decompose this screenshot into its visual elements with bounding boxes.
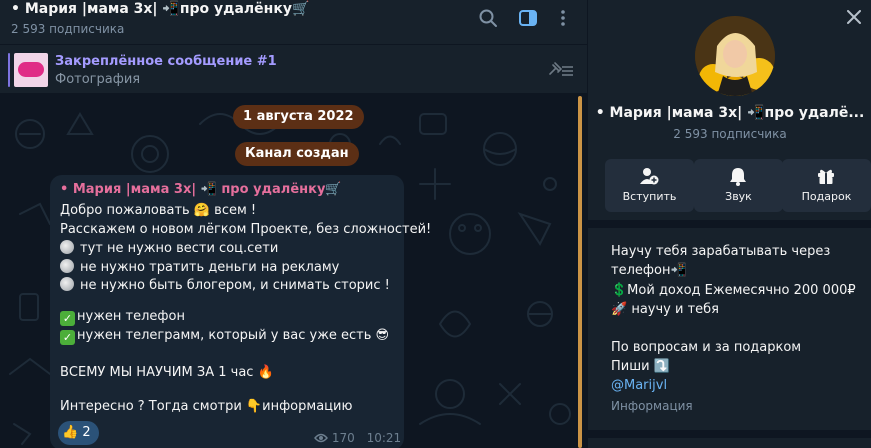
message-time: 10:21 — [366, 431, 402, 445]
info-section-label: Информация — [611, 399, 693, 413]
message-line: ВСЕМУ МЫ НАУЧИМ ЗА 1 час 🔥 — [60, 365, 274, 380]
channel-avatar[interactable] — [695, 16, 775, 96]
about-line: По вопросам и за подарком — [611, 340, 802, 355]
white-circle-icon — [60, 240, 74, 254]
message-author[interactable]: • Мария |мама 3х| 📲 про удалёнку🛒 — [60, 182, 342, 197]
sidebar-toggle-icon[interactable] — [518, 8, 538, 28]
message-check-item: ✓ нужен телеграмм, который у вас уже есть… — [60, 328, 389, 345]
pinned-thumbnail — [14, 53, 48, 87]
reaction-badge[interactable]: 👍 2 — [58, 421, 99, 445]
thumbs-up-icon: 👍 — [62, 425, 79, 440]
pinned-subtitle: Фотография — [55, 72, 141, 87]
chat-title[interactable]: • Мария |мама 3х| 📲про удалёнку🛒 — [11, 1, 309, 17]
channel-created-notice: Канал создан — [235, 142, 359, 166]
join-button[interactable]: Вступить — [605, 159, 694, 212]
search-icon[interactable] — [478, 8, 498, 28]
message-list-item: тут не нужно вести соц.сети — [60, 240, 278, 256]
views-eye-icon — [314, 433, 328, 443]
channel-subscriber-count: 2 593 подписчика — [673, 127, 787, 141]
add-user-icon — [640, 168, 659, 185]
chat-panel: • Мария |мама 3х| 📲про удалёнку🛒 2 593 п… — [0, 0, 587, 448]
message-list-item: не нужно быть блогером, и снимать сторис… — [60, 277, 390, 293]
message-list-item: не нужно тратить деньги на рекламу — [60, 259, 339, 275]
view-count: 170 — [331, 431, 355, 445]
message-bubble[interactable]: • Мария |мама 3х| 📲 про удалёнку🛒 Добро … — [50, 175, 431, 448]
join-label: Вступить — [622, 190, 677, 203]
section-divider — [588, 220, 871, 228]
chat-subscriber-count: 2 593 подписчика — [11, 22, 125, 36]
message-line: Расскажем о новом лёгком Проекте, без сл… — [60, 222, 432, 237]
date-separator: 1 августа 2022 — [233, 105, 364, 129]
channel-name: • Мария |мама 3х| 📲про удалё... — [595, 105, 865, 121]
pinned-list-icon[interactable] — [547, 60, 575, 80]
pinned-message-bar[interactable]: Закреплённое сообщение #1 Фотография — [0, 44, 587, 94]
gift-label: Подарок — [801, 190, 852, 203]
white-circle-icon — [60, 259, 74, 273]
message-line: Добро пожаловать 🤗 всем ! — [60, 203, 257, 218]
chat-scrollbar[interactable] — [578, 96, 582, 448]
pinned-title: Закреплённое сообщение #1 — [55, 54, 277, 69]
reaction-count: 2 — [82, 425, 91, 440]
bell-icon — [730, 168, 746, 186]
pinned-indicator — [8, 53, 10, 87]
message-meta: 170 10:21 — [314, 431, 401, 445]
message-check-item: ✓ нужен телефон — [60, 309, 185, 326]
close-icon[interactable] — [847, 10, 861, 24]
about-line: 💲Мой доход Ежемесячно 200 000₽ — [611, 283, 856, 298]
channel-info-panel: • Мария |мама 3х| 📲про удалё... 2 593 по… — [587, 0, 871, 448]
check-mark-icon: ✓ — [60, 330, 75, 345]
message-line: Интересно ? Тогда смотри 👇информацию — [60, 399, 353, 414]
chat-header[interactable]: • Мария |мама 3х| 📲про удалёнку🛒 2 593 п… — [0, 0, 587, 44]
about-line: 🚀 научу и тебя — [611, 302, 719, 317]
sound-label: Звук — [725, 190, 752, 203]
section-divider — [588, 430, 871, 448]
channel-handle-link[interactable]: @Marijvl — [611, 378, 667, 393]
about-line: телефон📲 — [611, 263, 687, 278]
check-mark-icon: ✓ — [60, 311, 75, 326]
avatar-photo — [695, 16, 775, 96]
gift-icon — [818, 169, 834, 184]
about-line: Пиши ⤵️ — [611, 359, 670, 374]
gift-button[interactable]: Подарок — [782, 159, 871, 212]
white-circle-icon — [60, 277, 74, 291]
more-vertical-icon[interactable] — [553, 8, 573, 28]
about-line: Научу тебя зарабатывать через — [611, 244, 831, 259]
sound-button[interactable]: Звук — [694, 159, 783, 212]
